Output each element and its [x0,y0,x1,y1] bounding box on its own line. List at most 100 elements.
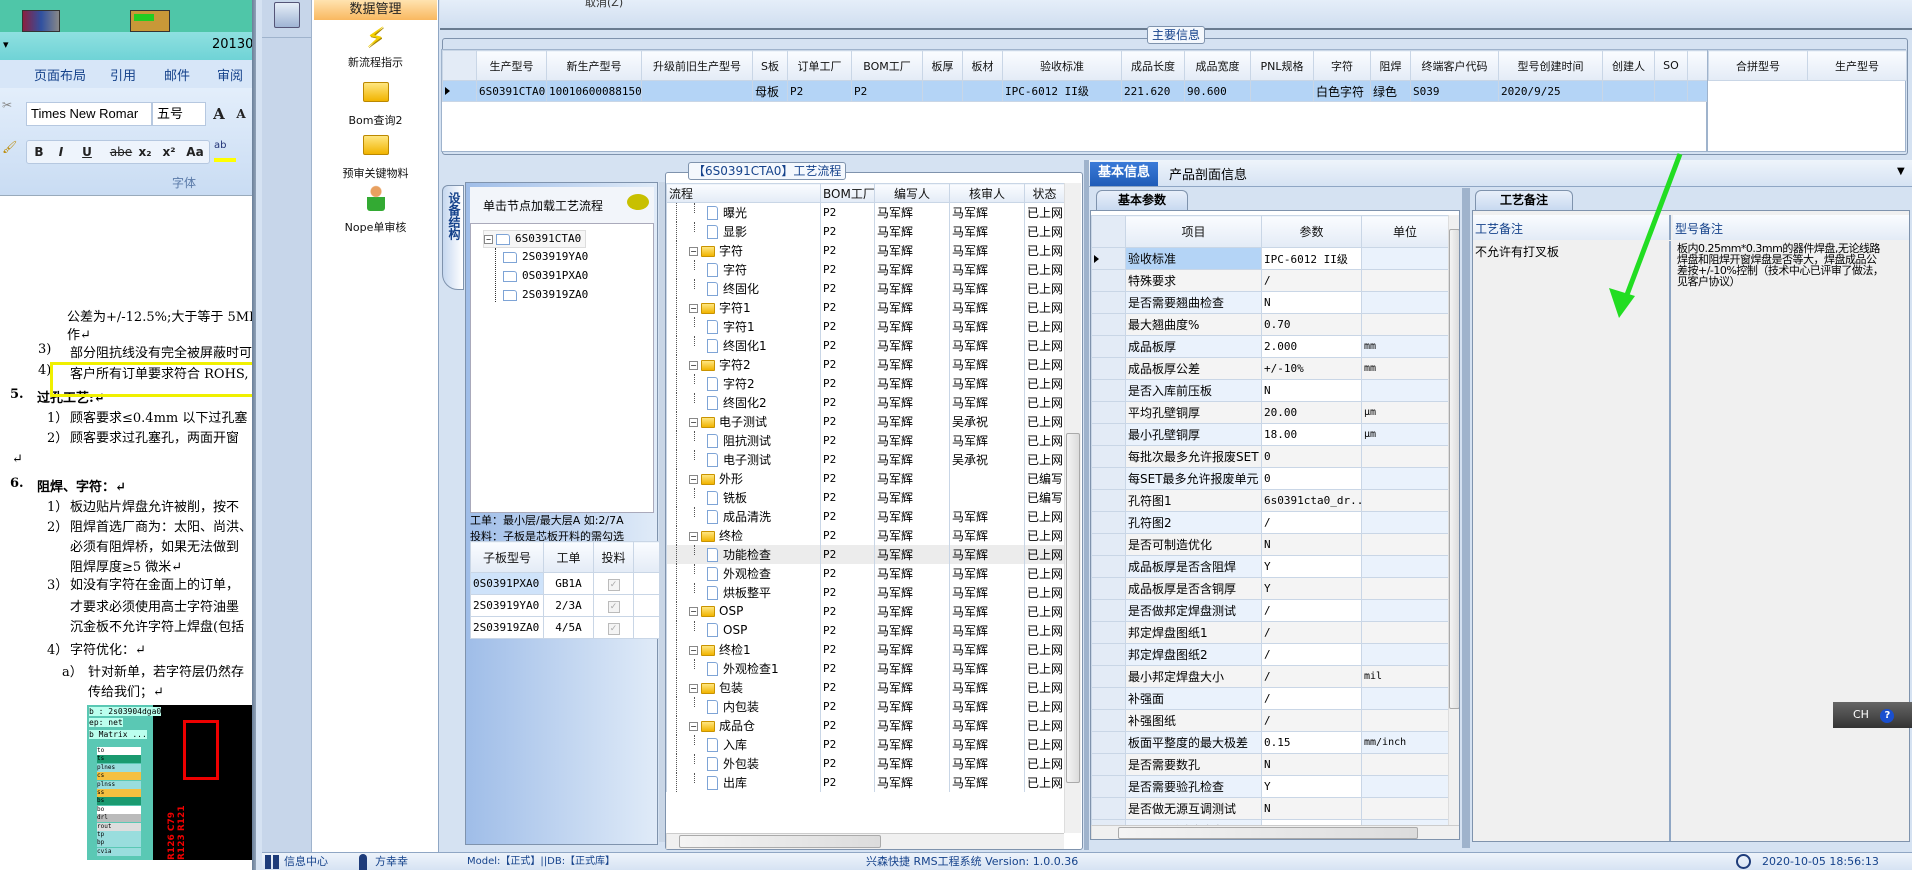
param-value-cell[interactable]: 2.000 [1261,335,1362,358]
cancel-button[interactable]: 取消(Z) [585,0,623,10]
param-name-cell[interactable]: 是否可制造优化 [1125,533,1262,556]
tab-references[interactable]: 引用 [110,65,136,84]
param-name-cell[interactable]: 最小邦定焊盘大小 [1125,665,1262,688]
process-writer-cell[interactable]: 马军辉 [874,582,950,602]
process-vertical-scrollbar[interactable] [1064,183,1081,833]
process-row[interactable]: − 字符 P2 马军辉 马军辉 已上网 [666,240,1065,260]
process-reviewer-cell[interactable]: 马军辉 [949,316,1025,336]
param-unit-cell[interactable]: mm/inch [1361,731,1449,754]
param-row[interactable]: 是否做邦定焊盘测试 / [1091,599,1449,622]
tab-mailings[interactable]: 邮件 [164,65,190,84]
process-status-cell[interactable]: 已上网 [1024,392,1065,412]
process-bom-cell[interactable]: P2 [820,221,875,241]
process-bom-cell[interactable]: P2 [820,544,875,564]
tab-structure[interactable]: 设备结构 [442,185,464,290]
process-reviewer-cell[interactable]: 马军辉 [949,354,1025,374]
font-size-select[interactable]: 五号 [152,102,206,126]
table-cell[interactable]: 10010600088150 [546,80,642,102]
tree-node-child[interactable]: 2S03919YA0 [503,250,588,263]
process-row[interactable]: − 终检 P2 马军辉 马军辉 已上网 [666,525,1065,545]
table-row[interactable]: 6S0391CTA0 10010600088150 母板 P2 P2 IPC-6012 I… [442,80,1708,102]
process-writer-cell[interactable]: 马军辉 [874,696,950,716]
process-step-cell[interactable]: 成品清洗 [666,506,821,526]
param-name-cell[interactable]: 补强图纸 [1125,709,1262,732]
process-writer-cell[interactable]: 马军辉 [874,620,950,640]
process-status-cell[interactable]: 已上网 [1024,221,1065,241]
param-row[interactable]: 成品板厚是否含阻焊 Y [1091,555,1449,578]
work-order-cell[interactable]: 4/5A [543,616,594,639]
param-value-cell[interactable]: 6s0391cta0_dr... [1261,489,1362,512]
grid-icon[interactable] [265,855,279,869]
process-writer-cell[interactable]: 马军辉 [874,734,950,754]
process-row[interactable]: OSP P2 马军辉 马军辉 已上网 [666,620,1065,640]
collapse-icon[interactable]: − [689,645,698,655]
process-reviewer-cell[interactable]: 马军辉 [949,392,1025,412]
param-name-cell[interactable]: 成品板厚公差 [1125,357,1262,380]
param-unit-cell[interactable] [1361,599,1449,622]
process-step-cell[interactable]: 内包装 [666,696,821,716]
table-row[interactable]: 2S03919ZA0 4/5A ✓ [470,616,661,639]
process-writer-cell[interactable]: 马军辉 [874,240,950,260]
process-bom-cell[interactable]: P2 [820,430,875,450]
param-unit-cell[interactable] [1361,247,1449,270]
process-reviewer-cell[interactable]: 马军辉 [949,677,1025,697]
column-header[interactable]: 生产型号 [476,50,547,81]
process-row[interactable]: 成品清洗 P2 马军辉 马军辉 已上网 [666,506,1065,526]
param-name-cell[interactable]: 是否做无源互调测试 [1125,797,1262,820]
param-row[interactable]: 板面平整度的最大极差 0.15 mm/inch [1091,731,1449,754]
collapse-icon[interactable]: − [689,417,698,427]
param-row[interactable]: 孔符图2/ [1091,511,1449,534]
tree-node-child[interactable]: 0S0391PXA0 [503,269,588,282]
sidebar-item-new-process[interactable]: ⚡ 新流程指示 [312,22,439,70]
process-writer-cell[interactable]: 马军辉 [874,639,950,659]
table-cell[interactable] [641,80,753,102]
sub-board-cell[interactable]: 2S03919ZA0 [470,616,544,639]
param-unit-cell[interactable] [1361,775,1449,798]
process-writer-cell[interactable]: 马军辉 [874,772,950,792]
param-value-cell[interactable]: 0 [1261,445,1362,468]
process-reviewer-cell[interactable]: 马军辉 [949,240,1025,260]
process-writer-cell[interactable]: 马军辉 [874,449,950,469]
param-unit-cell[interactable] [1361,269,1449,292]
process-bom-cell[interactable]: P2 [820,563,875,583]
param-unit-cell[interactable] [1361,533,1449,556]
column-header[interactable]: 工单 [543,541,594,573]
collapse-icon[interactable]: − [689,607,698,616]
process-status-cell[interactable]: 已上网 [1024,430,1065,450]
param-row[interactable]: 是否需要翘曲检查 N [1091,291,1449,314]
process-reviewer-cell[interactable]: 马军辉 [949,221,1025,241]
superscript-button[interactable]: x² [160,141,178,163]
sidebar-item-nope-review[interactable]: Nope单审核 [312,185,439,235]
process-step-cell[interactable]: − 终检1 [666,639,821,659]
param-unit-cell[interactable] [1361,291,1449,314]
checkbox[interactable]: ✓ [607,601,620,613]
process-status-cell[interactable]: 已上网 [1024,677,1065,697]
param-row[interactable]: 是否入库前压板 N [1091,379,1449,402]
process-reviewer-cell[interactable]: 马军辉 [949,772,1025,792]
param-unit-cell[interactable] [1361,489,1449,512]
table-cell[interactable]: 6S0391CTA0 [476,80,547,102]
column-header[interactable]: 验收标准 [1002,50,1122,81]
process-bom-cell[interactable]: P2 [820,753,875,773]
process-status-cell[interactable]: 已上网 [1024,316,1065,336]
process-bom-cell[interactable]: P2 [820,620,875,640]
process-step-cell[interactable]: 外观检查1 [666,658,821,678]
process-bom-cell[interactable]: P2 [820,240,875,260]
process-reviewer-cell[interactable]: 马军辉 [949,620,1025,640]
strikethrough-button[interactable]: abe [108,141,134,163]
grow-font-button[interactable]: A [210,103,228,125]
process-status-cell[interactable]: 已上网 [1024,544,1065,564]
shrink-font-button[interactable]: A [232,103,250,125]
process-row[interactable]: 电子测试 P2 马军辉 吴承祝 已上网 [666,449,1065,469]
process-step-cell[interactable]: 外包装 [666,753,821,773]
tab-process-remarks[interactable]: 工艺备注 [1475,190,1573,210]
process-bom-cell[interactable]: P2 [820,335,875,355]
param-value-cell[interactable]: / [1261,269,1362,292]
process-step-cell[interactable]: 功能检查 [666,544,821,564]
process-writer-cell[interactable]: 马军辉 [874,411,950,431]
process-writer-cell[interactable]: 马军辉 [874,259,950,279]
param-value-cell[interactable]: N [1261,379,1362,402]
table-cell[interactable]: P2 [851,80,923,102]
process-step-cell[interactable]: − 字符1 [666,297,821,317]
process-bom-cell[interactable]: P2 [820,354,875,374]
